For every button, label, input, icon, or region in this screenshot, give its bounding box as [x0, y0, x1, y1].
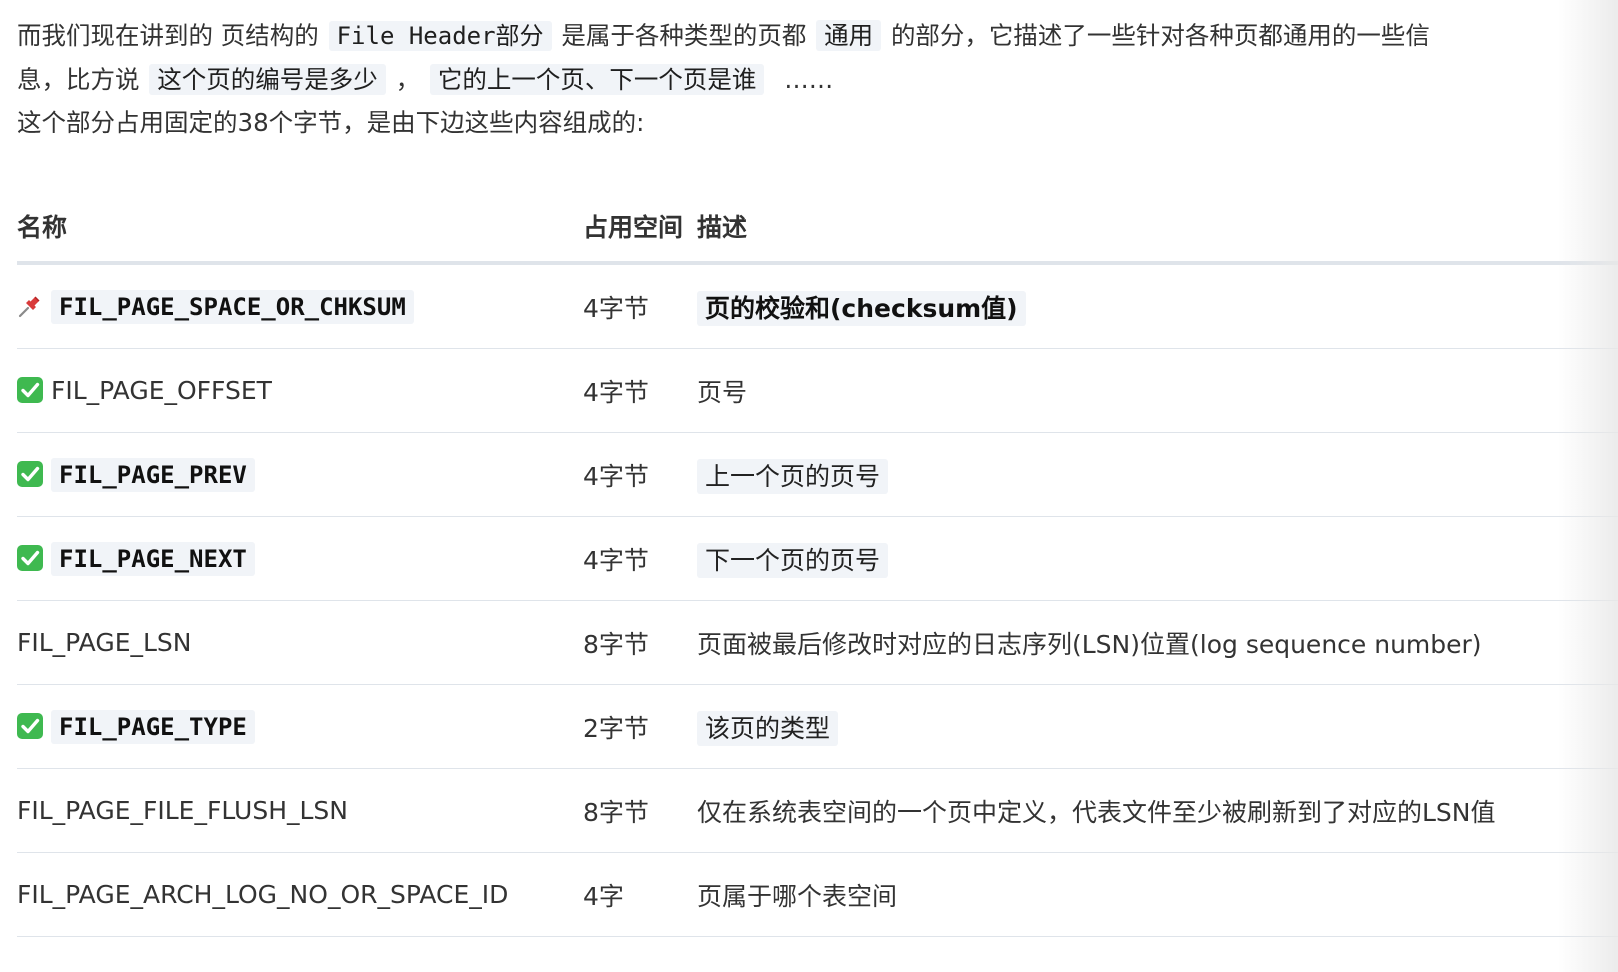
field-name: FIL_PAGE_LSN [17, 628, 192, 657]
field-name: FIL_PAGE_FILE_FLUSH_LSN [17, 796, 348, 825]
table-body: FIL_PAGE_SPACE_OR_CHKSUM 4字节 页的校验和(checksu… [17, 263, 1618, 937]
field-description: 仅在系统表空间的一个页中定义，代表文件至少被刷新到了对应的LSN值 [697, 797, 1496, 827]
cell-name: FIL_PAGE_TYPE [17, 684, 583, 769]
field-description: 上一个页的页号 [697, 458, 889, 494]
field-description: 页面被最后修改时对应的日志序列(LSN)位置(log sequence numb… [697, 629, 1482, 659]
cell-name: FIL_PAGE_PREV [17, 432, 583, 517]
column-header-size: 占用空间 [583, 190, 697, 265]
intro-paragraph: 而我们现在讲到的 页结构的 File Header部分 是属于各种类型的页都 通… [17, 14, 1618, 144]
check-mark-icon [17, 460, 51, 489]
table-row: FIL_PAGE_ARCH_LOG_NO_OR_SPACE_ID 4字 页属于哪个表… [17, 852, 1618, 937]
field-description: 该页的类型 [697, 710, 839, 746]
table-row: FIL_PAGE_LSN 8字节 页面被最后修改时对应的日志序列(LSN)位置(lo… [17, 600, 1618, 685]
cell-name: FIL_PAGE_FILE_FLUSH_LSN [17, 768, 583, 853]
check-mark-icon [17, 712, 51, 741]
column-header-description: 描述 [697, 190, 1618, 265]
field-description: 页号 [697, 377, 748, 407]
intro-line-3: 这个部分占用固定的38个字节，是由下边这些内容组成的: [17, 108, 645, 137]
field-description: 下一个页的页号 [697, 542, 889, 578]
field-name: FIL_PAGE_NEXT [51, 542, 255, 576]
table-row: FIL_PAGE_TYPE 2字节 该页的类型 [17, 684, 1618, 769]
cell-name: FIL_PAGE_SPACE_OR_CHKSUM [17, 263, 583, 349]
cell-description: 上一个页的页号 [697, 432, 1618, 517]
cell-description: 仅在系统表空间的一个页中定义，代表文件至少被刷新到了对应的LSN值 [697, 768, 1618, 853]
cell-size: 4字节 [583, 432, 697, 517]
inline-highlight-page-number: 这个页的编号是多少 [149, 64, 386, 95]
table-row: FIL_PAGE_FILE_FLUSH_LSN 8字节 仅在系统表空间的一个页中定义… [17, 768, 1618, 853]
check-mark-icon [17, 376, 51, 405]
intro-line-2: 息，比方说 这个页的编号是多少 ， 它的上一个页、下一个页是谁 …… [17, 64, 834, 95]
cell-description: 页号 [697, 348, 1618, 433]
cell-name: FIL_PAGE_OFFSET [17, 348, 583, 433]
cell-description: 下一个页的页号 [697, 516, 1618, 601]
cell-size: 4字 [583, 852, 697, 937]
field-description: 页的校验和(checksum值) [697, 290, 1026, 326]
cell-size: 4字节 [583, 348, 697, 433]
cell-size: 4字节 [583, 263, 697, 349]
file-header-table: 名称 占用空间 描述 FIL_PAGE_SPACE_OR_CHKSUM 4字节 页的… [17, 190, 1618, 937]
field-name: FIL_PAGE_ARCH_LOG_NO_OR_SPACE_ID [17, 880, 509, 909]
intro-line-1: 而我们现在讲到的 页结构的 File Header部分 是属于各种类型的页都 通… [17, 20, 1430, 51]
field-description: 页属于哪个表空间 [697, 881, 898, 911]
inline-code-file-header: File Header部分 [328, 21, 552, 51]
cell-description: 页的校验和(checksum值) [697, 263, 1618, 349]
table-row: FIL_PAGE_NEXT 4字节 下一个页的页号 [17, 516, 1618, 601]
inline-highlight-common: 通用 [816, 20, 882, 51]
document-page: 而我们现在讲到的 页结构的 File Header部分 是属于各种类型的页都 通… [17, 14, 1618, 937]
field-name: FIL_PAGE_TYPE [51, 710, 255, 744]
cell-size: 8字节 [583, 600, 697, 685]
field-name: FIL_PAGE_PREV [51, 458, 255, 492]
inline-highlight-prev-next: 它的上一个页、下一个页是谁 [429, 64, 765, 95]
table-row: FIL_PAGE_OFFSET 4字节 页号 [17, 348, 1618, 433]
cell-name: FIL_PAGE_NEXT [17, 516, 583, 601]
cell-description: 页属于哪个表空间 [697, 852, 1618, 937]
field-name: FIL_PAGE_OFFSET [51, 376, 272, 405]
check-mark-icon [17, 544, 51, 573]
table-header-row: 名称 占用空间 描述 [17, 190, 1618, 265]
cell-size: 8字节 [583, 768, 697, 853]
cell-size: 2字节 [583, 684, 697, 769]
cell-description: 该页的类型 [697, 684, 1618, 769]
field-name: FIL_PAGE_SPACE_OR_CHKSUM [51, 290, 414, 324]
column-header-name: 名称 [17, 190, 583, 265]
cell-size: 4字节 [583, 516, 697, 601]
cell-name: FIL_PAGE_LSN [17, 600, 583, 685]
table-row: FIL_PAGE_SPACE_OR_CHKSUM 4字节 页的校验和(checksu… [17, 263, 1618, 349]
pushpin-icon [17, 292, 51, 321]
table-row: FIL_PAGE_PREV 4字节 上一个页的页号 [17, 432, 1618, 517]
cell-name: FIL_PAGE_ARCH_LOG_NO_OR_SPACE_ID [17, 852, 583, 937]
cell-description: 页面被最后修改时对应的日志序列(LSN)位置(log sequence numb… [697, 600, 1618, 685]
